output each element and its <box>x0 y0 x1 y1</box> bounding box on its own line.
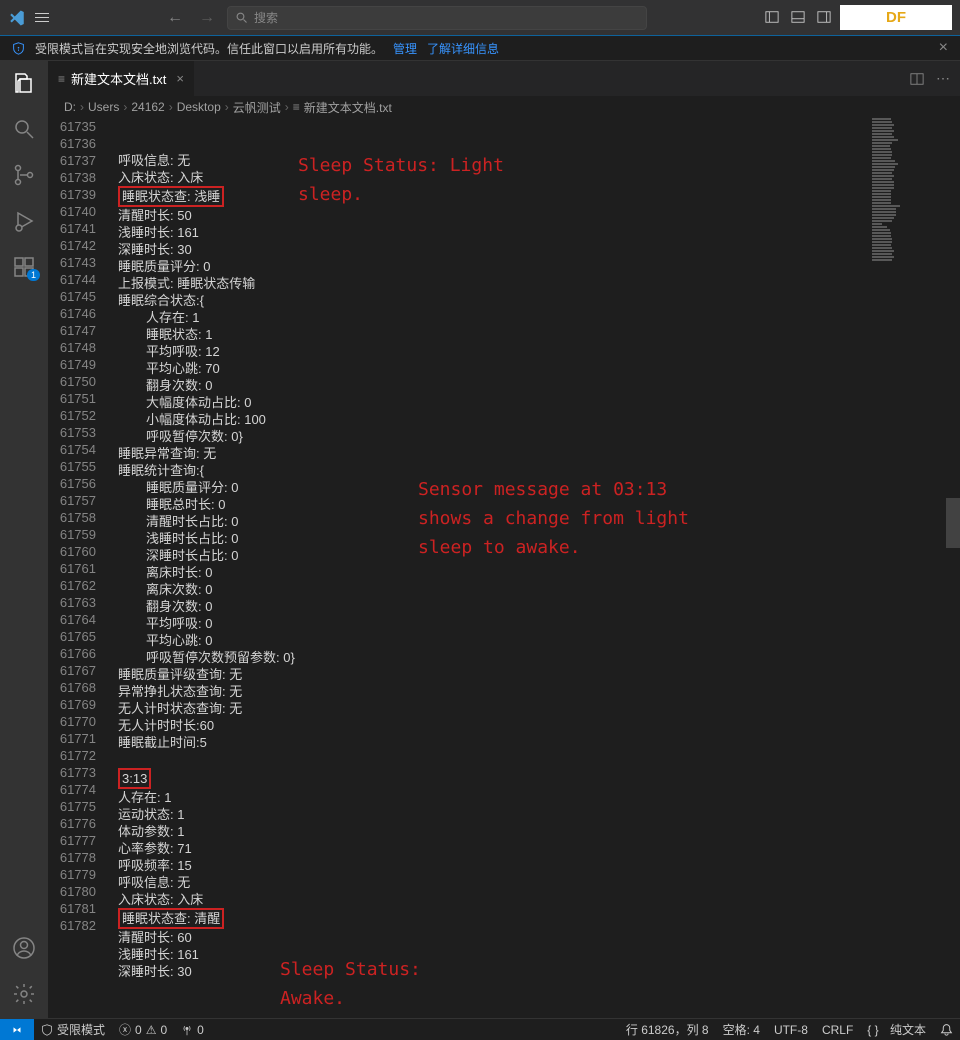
title-bar: ← → 搜索 DF <box>0 0 960 35</box>
file-lines-icon: ≡ <box>293 100 300 114</box>
scrollbar-thumb[interactable] <box>946 498 960 548</box>
vscode-icon <box>8 9 26 27</box>
annotation-2: Sensor message at 03:13 shows a change f… <box>418 476 689 562</box>
search-icon <box>236 12 248 24</box>
minimap[interactable] <box>870 118 960 1018</box>
problems-status[interactable]: ⓧ0 ⚠0 <box>112 1021 174 1038</box>
accounts-icon[interactable] <box>12 936 36 960</box>
explorer-icon[interactable] <box>12 71 36 95</box>
status-bar: 受限模式 ⓧ0 ⚠0 0 行 61826，列 8 空格: 4 UTF-8 CRL… <box>0 1018 960 1040</box>
eol-status[interactable]: CRLF <box>815 1021 860 1038</box>
line-number-gutter: 6173561736617376173861739617406174161742… <box>48 118 114 1018</box>
editor-tabs: ≡ 新建文本文档.txt × ⋯ <box>48 61 960 96</box>
tab-close-icon[interactable]: × <box>176 71 184 86</box>
scrollbar[interactable] <box>946 118 960 1018</box>
split-editor-icon[interactable] <box>910 72 924 86</box>
encoding-status[interactable]: UTF-8 <box>767 1021 815 1038</box>
source-control-icon[interactable] <box>12 163 36 187</box>
code-content[interactable]: 呼吸信息: 无入床状态: 入床睡眠状态查: 浅睡清醒时长: 50浅睡时长: 16… <box>114 118 870 1018</box>
search-input[interactable]: 搜索 <box>227 6 647 30</box>
editor[interactable]: 6173561736617376173861739617406174161742… <box>48 118 960 1018</box>
learn-more-link[interactable]: 了解详细信息 <box>427 40 499 57</box>
layout-panel-bottom-icon[interactable] <box>786 5 810 29</box>
notifications-icon[interactable] <box>933 1021 960 1038</box>
menu-icon[interactable] <box>34 10 50 26</box>
remote-icon[interactable] <box>0 1019 34 1040</box>
manage-trust-link[interactable]: 管理 <box>393 40 417 57</box>
radio-tower-icon <box>181 1024 193 1036</box>
search-sidebar-icon[interactable] <box>12 117 36 141</box>
trust-message: 受限模式旨在实现安全地浏览代码。信任此窗口以启用所有功能。 <box>35 40 383 57</box>
tab-filename: 新建文本文档.txt <box>71 69 166 88</box>
shield-icon <box>12 42 25 55</box>
language-mode[interactable]: { } 纯文本 <box>860 1021 933 1038</box>
annotation-1: Sleep Status: Light sleep. <box>298 152 504 210</box>
breadcrumbs[interactable]: D:› Users› 24162› Desktop› 云帆测试› ≡ 新建文本文… <box>48 96 960 118</box>
indentation-status[interactable]: 空格: 4 <box>716 1021 767 1038</box>
shield-icon <box>41 1024 53 1036</box>
more-actions-icon[interactable]: ⋯ <box>936 70 950 87</box>
ports-status[interactable]: 0 <box>174 1023 211 1037</box>
annotation-3: Sleep Status: Awake. <box>280 956 421 1014</box>
error-icon: ⓧ <box>119 1021 131 1038</box>
file-lines-icon: ≡ <box>58 72 65 86</box>
warning-icon: ⚠ <box>146 1023 157 1037</box>
nav-forward-icon[interactable]: → <box>195 6 219 30</box>
layout-panel-right-icon[interactable] <box>812 5 836 29</box>
braces-icon: { } <box>867 1023 878 1037</box>
run-debug-icon[interactable] <box>12 209 36 233</box>
activity-bar: 1 <box>0 61 48 1018</box>
extensions-icon[interactable]: 1 <box>12 255 36 279</box>
close-icon[interactable]: × <box>939 39 948 57</box>
nav-back-icon[interactable]: ← <box>163 6 187 30</box>
restricted-mode-status[interactable]: 受限模式 <box>34 1021 112 1038</box>
df-badge: DF <box>840 5 952 30</box>
cursor-position[interactable]: 行 61826，列 8 <box>619 1021 716 1038</box>
layout-panel-left-icon[interactable] <box>760 5 784 29</box>
tab-file[interactable]: ≡ 新建文本文档.txt × <box>48 61 195 96</box>
settings-gear-icon[interactable] <box>12 982 36 1006</box>
restricted-mode-banner: 受限模式旨在实现安全地浏览代码。信任此窗口以启用所有功能。 管理 了解详细信息 … <box>0 35 960 61</box>
search-placeholder: 搜索 <box>254 9 278 26</box>
